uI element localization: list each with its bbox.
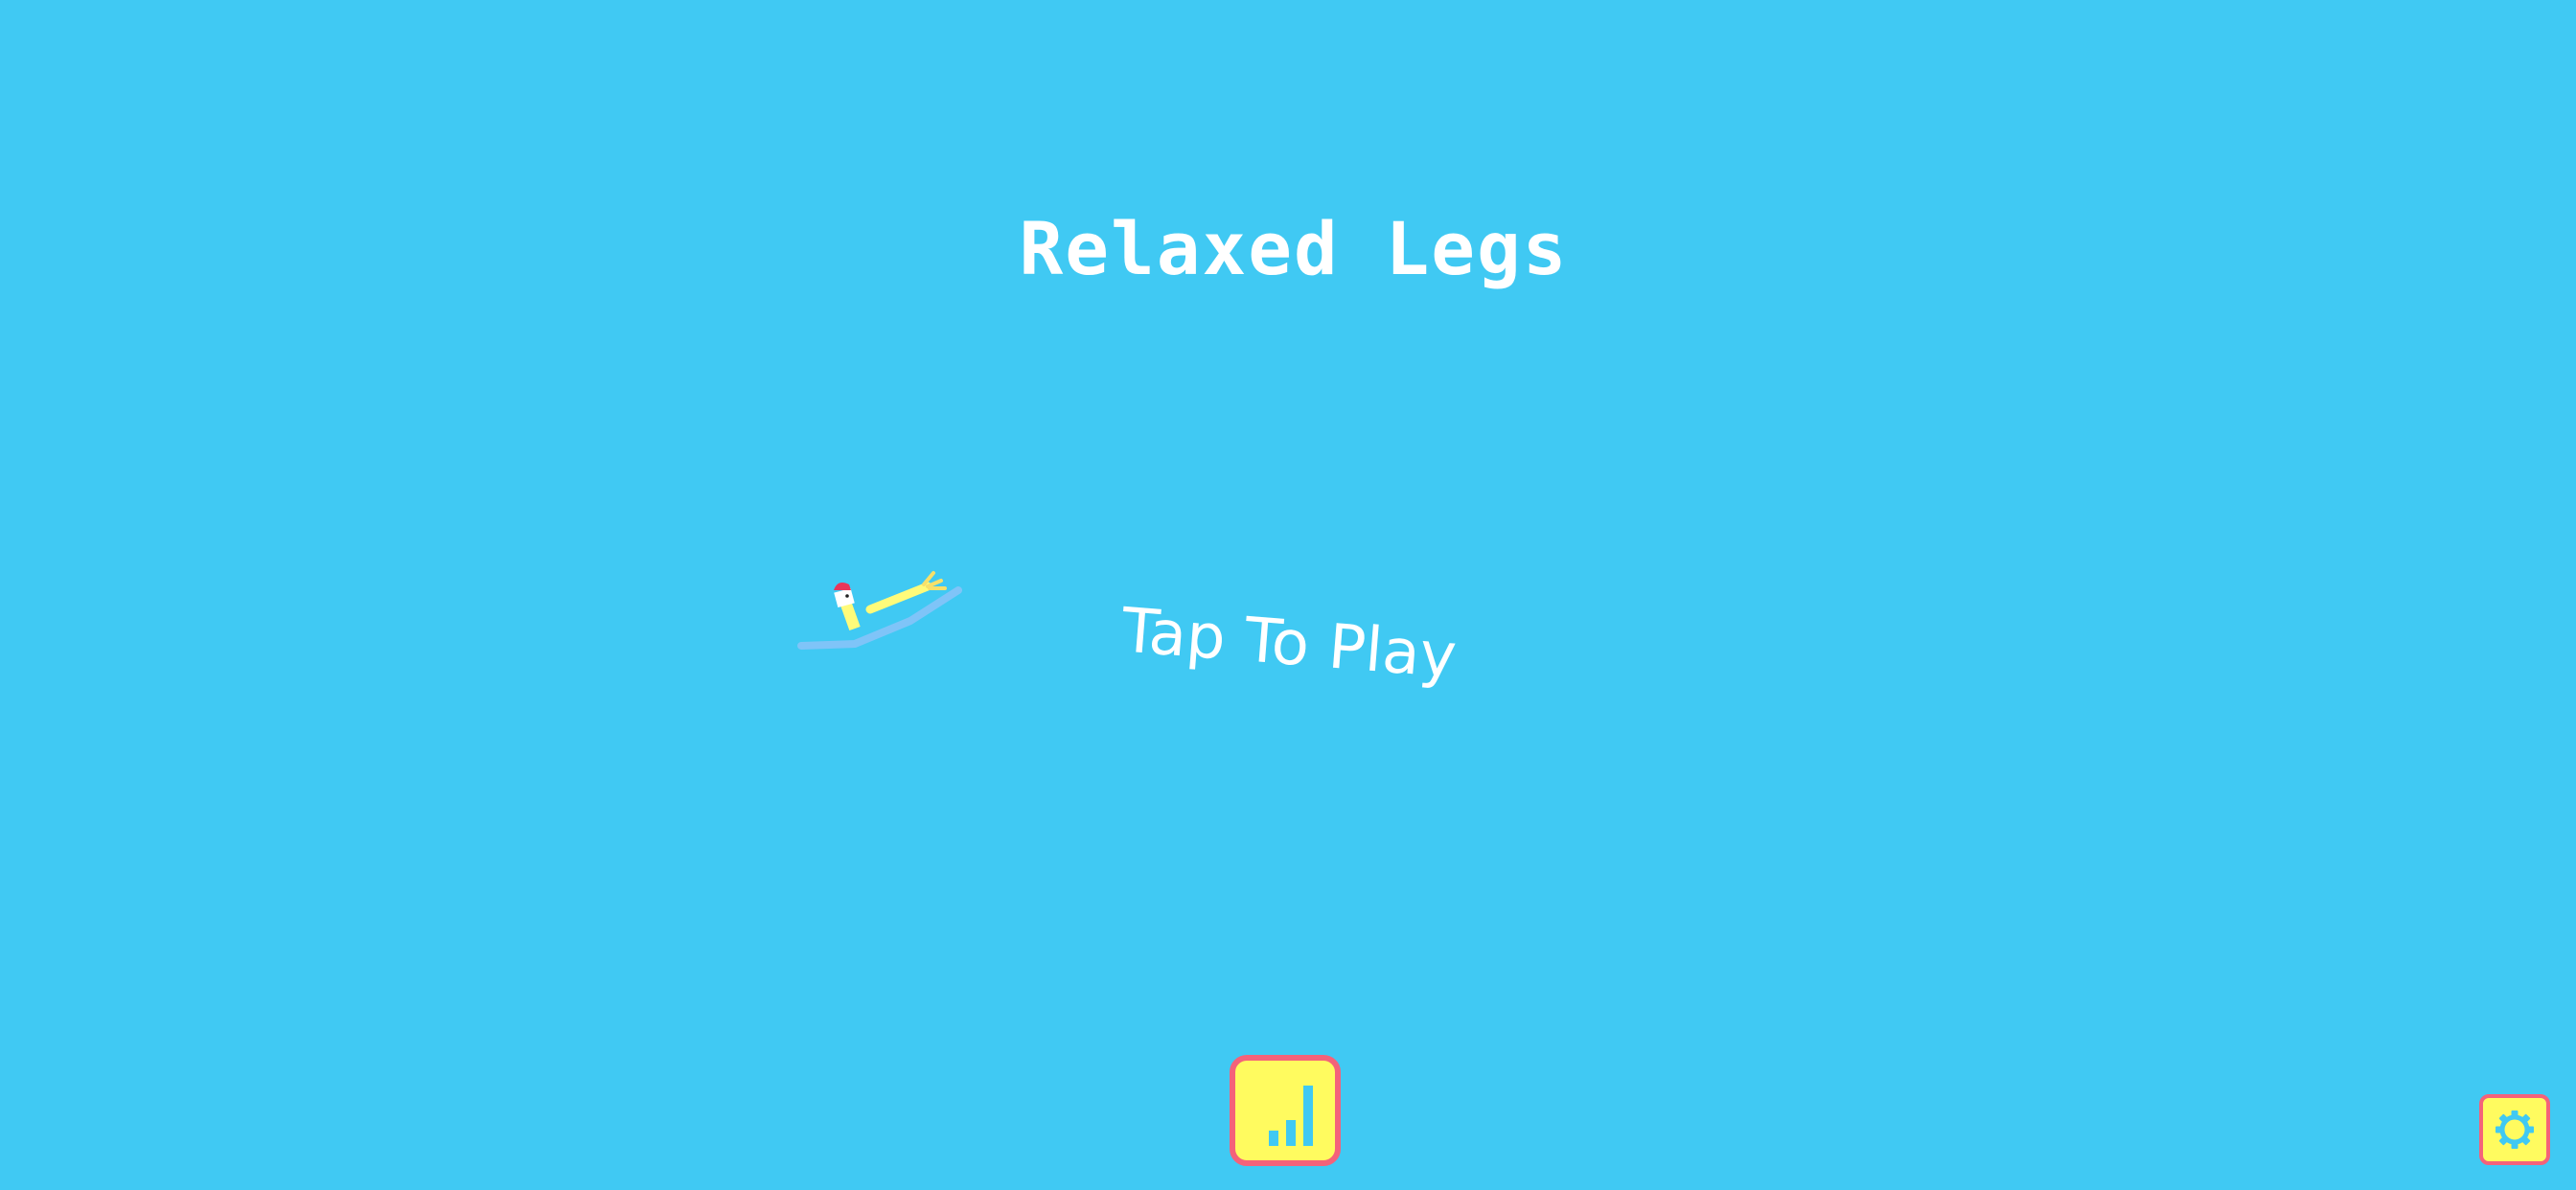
character-eye bbox=[845, 594, 849, 598]
character-body bbox=[840, 599, 861, 631]
character-arm bbox=[865, 582, 932, 614]
character-legs bbox=[797, 586, 962, 650]
character-cap bbox=[834, 583, 851, 590]
settings-button[interactable] bbox=[2479, 1094, 2550, 1165]
bar-chart-icon bbox=[1269, 1086, 1313, 1146]
ragdoll-character bbox=[797, 571, 962, 650]
game-screen[interactable]: Relaxed Legs Tap To Play bbox=[0, 0, 2576, 1190]
tap-to-play-prompt[interactable]: Tap To Play bbox=[1110, 595, 1468, 692]
character-hands bbox=[922, 571, 947, 590]
game-title: Relaxed Legs bbox=[1019, 206, 1569, 291]
gear-icon bbox=[2496, 1110, 2534, 1149]
leaderboard-button[interactable] bbox=[1230, 1055, 1341, 1166]
